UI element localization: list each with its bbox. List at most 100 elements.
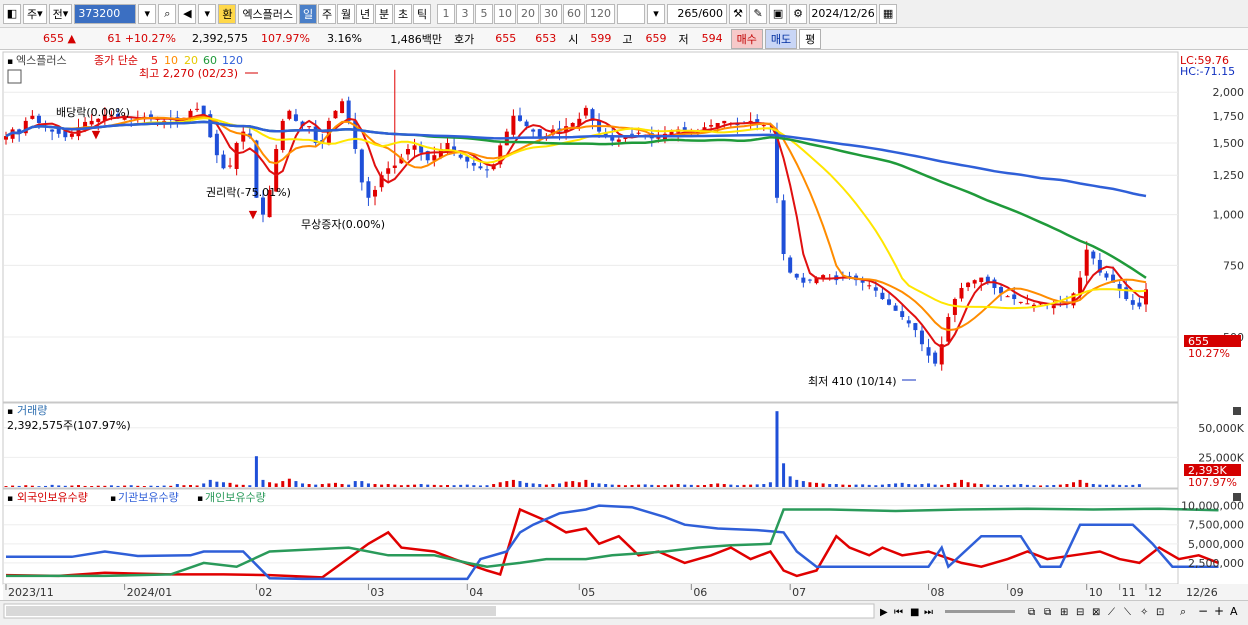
custom-minute-input[interactable] — [617, 3, 646, 24]
chart-tool-icon-1[interactable]: ⧉ — [1028, 607, 1035, 618]
toolbar: ◧ 주 ▾ 전 ▾ 373200 ▾ ⌕ ◀ ▾ 환 엑스플러스 일주월년분초틱 1… — [0, 0, 1248, 28]
speaker-icon[interactable]: ◀ — [178, 3, 197, 24]
volume-bar — [768, 482, 772, 487]
minute-dropdown-icon[interactable]: ▾ — [647, 3, 666, 24]
panel-menu-icon[interactable]: ▪ — [7, 57, 13, 67]
chart-tool-icon-6[interactable]: ⟋ — [1108, 607, 1115, 618]
speaker-dropdown-icon[interactable]: ▾ — [198, 3, 217, 24]
holdings-panel-menu-icon[interactable]: ▪ — [7, 494, 13, 504]
data-count-input[interactable]: 265/600 — [667, 3, 728, 24]
volume-bar — [847, 484, 851, 487]
volume-bar — [676, 484, 680, 487]
candle-body — [221, 154, 226, 169]
volume-bar — [327, 483, 331, 487]
chart-area[interactable]: 5007501,0001,2501,5001,7502,00025,000K50… — [0, 50, 1248, 600]
candle-body — [1078, 277, 1083, 294]
chart-tool-icon-2[interactable]: ⧉ — [1044, 607, 1051, 618]
period-tab-3[interactable]: 년 — [356, 3, 375, 24]
code-dropdown-icon[interactable]: ▾ — [138, 3, 157, 24]
chart-tool-icon-4[interactable]: ⊟ — [1076, 607, 1084, 618]
minute-option-60[interactable]: 60 — [563, 3, 586, 24]
sell-button[interactable]: 매도 — [764, 28, 798, 49]
x-axis-label: 02 — [258, 586, 272, 599]
currency-button[interactable]: 환 — [218, 3, 237, 24]
font-size-icon[interactable]: A — [1230, 605, 1238, 618]
volume-bar — [696, 485, 700, 487]
data-count-total: /600 — [698, 7, 724, 20]
scroll-right-icon[interactable]: ▶ — [880, 607, 888, 618]
minute-option-1[interactable]: 1 — [437, 3, 456, 24]
candle-body — [214, 133, 219, 156]
layout-icon[interactable]: ◧ — [3, 3, 21, 24]
period-tab-0[interactable]: 일 — [299, 3, 318, 24]
volume-panel-close-icon[interactable] — [1233, 407, 1241, 415]
minute-option-30[interactable]: 30 — [540, 3, 563, 24]
stock-code-input[interactable]: 373200 — [74, 3, 137, 24]
panel-grid-icon[interactable] — [7, 69, 22, 84]
volume-bar — [788, 476, 792, 487]
draw-icon[interactable]: ✎ — [749, 3, 768, 24]
minute-option-20[interactable]: 20 — [517, 3, 540, 24]
rights-annotation: 권리락(-75.01%) — [206, 186, 291, 199]
volume-bar — [465, 484, 469, 487]
price-tick-label: 1,500 — [1213, 137, 1245, 150]
period-tab-1[interactable]: 주 — [318, 3, 337, 24]
volume-bar — [235, 484, 239, 487]
chart-tool-icon-8[interactable]: ✧ — [1140, 607, 1148, 618]
forward-icon[interactable]: ⏭ — [924, 607, 933, 618]
volume-bar — [927, 483, 931, 487]
chart-tool-icon-5[interactable]: ⊠ — [1092, 607, 1100, 618]
volume-bar — [762, 484, 766, 487]
volume-bar — [1072, 482, 1076, 487]
period-type-select[interactable]: 주 ▾ — [23, 3, 47, 24]
volume-bar — [828, 484, 832, 487]
period-tab-6[interactable]: 틱 — [413, 3, 432, 24]
rewind-icon[interactable]: ⏮ — [894, 607, 903, 618]
volume-panel-menu-icon[interactable]: ▪ — [7, 407, 13, 417]
save-icon[interactable]: ▣ — [769, 3, 788, 24]
minute-option-10[interactable]: 10 — [494, 3, 517, 24]
zoom-in-icon[interactable]: + — [1214, 604, 1224, 618]
volume-bar — [452, 485, 456, 487]
volume-bar — [584, 479, 588, 487]
x-axis-label: 2023/11 — [8, 586, 54, 599]
minute-option-3[interactable]: 3 — [456, 3, 475, 24]
date-input[interactable]: 2024/12/26 — [809, 3, 878, 24]
settings-icon[interactable]: ⚙ — [789, 3, 808, 24]
volume-bar — [241, 484, 245, 487]
period-tab-4[interactable]: 분 — [375, 3, 394, 24]
market-all-select[interactable]: 전 ▾ — [48, 3, 73, 24]
stop-icon[interactable]: ■ — [910, 607, 919, 618]
volume-bar — [162, 485, 166, 487]
minute-option-120[interactable]: 120 — [586, 3, 616, 24]
volume-bar — [109, 485, 113, 487]
chart-tool-icon-7[interactable]: ⟍ — [1124, 607, 1131, 618]
volume-bar — [182, 485, 186, 487]
stock-chart-svg[interactable]: 5007501,0001,2501,5001,7502,00025,000K50… — [0, 50, 1248, 600]
volume-bar — [287, 478, 291, 487]
volume-bar — [623, 485, 627, 487]
zoom-slider[interactable] — [945, 610, 1015, 613]
search-icon[interactable]: ⌕ — [158, 3, 177, 24]
minute-option-5[interactable]: 5 — [475, 3, 494, 24]
holdings-panel-close-icon[interactable] — [1233, 493, 1241, 501]
zoom-out-icon[interactable]: − — [1198, 604, 1208, 618]
chart-tool-icon-9[interactable]: ⊡ — [1156, 607, 1164, 618]
scrollbar-thumb[interactable] — [6, 606, 496, 616]
volume-bar — [1124, 485, 1128, 487]
volume-bar — [577, 482, 581, 487]
individual-legend: 개인보유수량 — [205, 491, 266, 504]
period-tab-2[interactable]: 월 — [337, 3, 356, 24]
eval-button[interactable]: 평 — [799, 28, 822, 49]
volume-bar — [782, 463, 786, 487]
zoom-search-icon[interactable]: ⌕ — [1180, 605, 1186, 618]
price-panel[interactable] — [2, 51, 1179, 403]
chart-tool-icon-3[interactable]: ⊞ — [1060, 607, 1068, 618]
period-tab-5[interactable]: 초 — [394, 3, 413, 24]
buy-button[interactable]: 매수 — [730, 28, 763, 49]
calendar-icon[interactable]: ▦ — [879, 3, 898, 24]
volume-bar — [940, 484, 944, 487]
open-label: 시 — [568, 32, 579, 46]
tool-icon[interactable]: ⚒ — [729, 3, 748, 24]
volume-panel[interactable] — [2, 402, 1179, 489]
